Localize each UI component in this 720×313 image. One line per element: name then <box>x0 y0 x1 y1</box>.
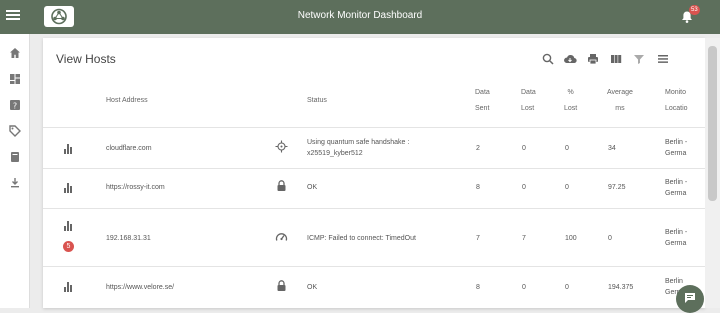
col-header-pct-line2: Lost <box>564 105 578 112</box>
status-text: Using quantum safe handshake : x25519_kyb… <box>307 137 409 159</box>
percent-lost: 0 <box>565 184 569 191</box>
chat-button[interactable] <box>676 285 704 313</box>
average-ms: 0 <box>608 235 612 242</box>
divider <box>43 168 705 169</box>
data-sent: 7 <box>476 235 480 242</box>
data-sent: 8 <box>476 284 480 291</box>
monitor-location: Berlin - Germa <box>665 137 687 159</box>
help-icon[interactable]: ? <box>8 98 22 112</box>
notification-badge: 53 <box>689 5 700 15</box>
divider <box>43 127 705 128</box>
col-header-status[interactable]: Status <box>307 94 327 108</box>
chart-bar-icon[interactable] <box>64 144 74 154</box>
col-header-sent[interactable]: Data Sent <box>475 86 490 116</box>
col-header-lost-line2: Lost <box>521 105 535 112</box>
lock-icon <box>277 280 286 291</box>
host-address[interactable]: cloudflare.com <box>106 143 152 154</box>
columns-icon[interactable] <box>609 52 623 66</box>
host-address[interactable]: https://www.velore.se/ <box>106 282 174 293</box>
divider <box>43 266 705 267</box>
download-icon[interactable] <box>8 176 22 190</box>
status-line: Using quantum safe handshake : <box>307 139 410 146</box>
col-header-lost[interactable]: Data Lost <box>521 86 536 116</box>
search-icon[interactable] <box>541 52 555 66</box>
location-line: Berlin - <box>665 179 688 186</box>
top-app-bar: Network Monitor Dashboard 53 <box>0 0 720 34</box>
col-header-loc-line1: Monito <box>665 89 687 96</box>
percent-lost: 0 <box>565 284 569 291</box>
percent-lost: 100 <box>565 235 577 242</box>
panel-title: View Hosts <box>56 52 116 66</box>
lock-icon <box>277 180 286 191</box>
col-header-host[interactable]: Host Address <box>106 94 148 108</box>
data-sent: 2 <box>476 145 480 152</box>
chart-bar-icon[interactable] <box>64 282 74 292</box>
col-header-pct-line1: % <box>567 89 574 96</box>
crosshair-icon <box>275 140 288 153</box>
col-header-lost-line1: Data <box>521 89 536 96</box>
average-ms: 34 <box>608 145 616 152</box>
scrollbar-thumb[interactable] <box>708 46 717 201</box>
data-sent: 8 <box>476 184 480 191</box>
chart-bar-icon[interactable] <box>64 221 74 231</box>
speed-icon <box>275 233 288 241</box>
col-header-avg-line2: ms <box>615 105 625 112</box>
host-address[interactable]: 192.168.31.31 <box>106 233 151 244</box>
average-ms: 194.375 <box>608 284 634 291</box>
data-lost: 7 <box>522 235 526 242</box>
print-icon[interactable] <box>586 52 600 66</box>
location-line: Germa <box>665 150 687 157</box>
book-icon[interactable] <box>8 150 22 164</box>
monitor-location: Berlin - Germa <box>665 177 687 199</box>
col-header-pct[interactable]: % Lost <box>564 86 577 116</box>
status-text: OK <box>307 184 318 191</box>
filter-icon[interactable] <box>632 52 646 66</box>
data-lost: 0 <box>522 184 526 191</box>
vertical-scrollbar[interactable] <box>705 38 720 308</box>
status-line: x25519_kyber512 <box>307 150 363 157</box>
sidebar: ? <box>0 34 30 308</box>
svg-text:?: ? <box>13 102 17 111</box>
col-header-sent-line2: Sent <box>475 105 490 112</box>
tag-icon[interactable] <box>8 124 22 138</box>
hosts-panel: View Hosts Host Address Status Data Sent … <box>43 38 705 308</box>
location-line: Germa <box>665 190 687 197</box>
dashboard-icon[interactable] <box>8 72 22 86</box>
col-header-avg-line1: Average <box>607 89 633 96</box>
col-header-sent-line1: Data <box>475 89 490 96</box>
data-lost: 0 <box>522 284 526 291</box>
location-line: Berlin - <box>665 229 688 236</box>
error-count-badge: 5 <box>63 241 74 252</box>
chart-bar-icon[interactable] <box>64 183 74 193</box>
location-line: Berlin - <box>665 139 688 146</box>
list-icon[interactable] <box>656 52 670 66</box>
col-header-loc[interactable]: Monito Locatio <box>665 86 688 116</box>
status-text: ICMP: Failed to connect: TimedOut <box>307 235 416 242</box>
monitor-location: Berlin - Germa <box>665 227 687 249</box>
data-lost: 0 <box>522 145 526 152</box>
average-ms: 97.25 <box>608 184 626 191</box>
app-title: Network Monitor Dashboard <box>297 10 423 21</box>
col-header-loc-line2: Locatio <box>665 105 688 112</box>
cloud-download-icon[interactable] <box>563 52 577 66</box>
location-line: Germa <box>665 240 687 247</box>
host-address[interactable]: https://rossy-it.com <box>106 182 165 193</box>
percent-lost: 0 <box>565 145 569 152</box>
chat-icon <box>685 293 695 303</box>
home-icon[interactable] <box>8 46 22 60</box>
col-header-avg[interactable]: Average ms <box>607 86 633 116</box>
status-text: OK <box>307 284 318 291</box>
divider <box>43 208 705 209</box>
